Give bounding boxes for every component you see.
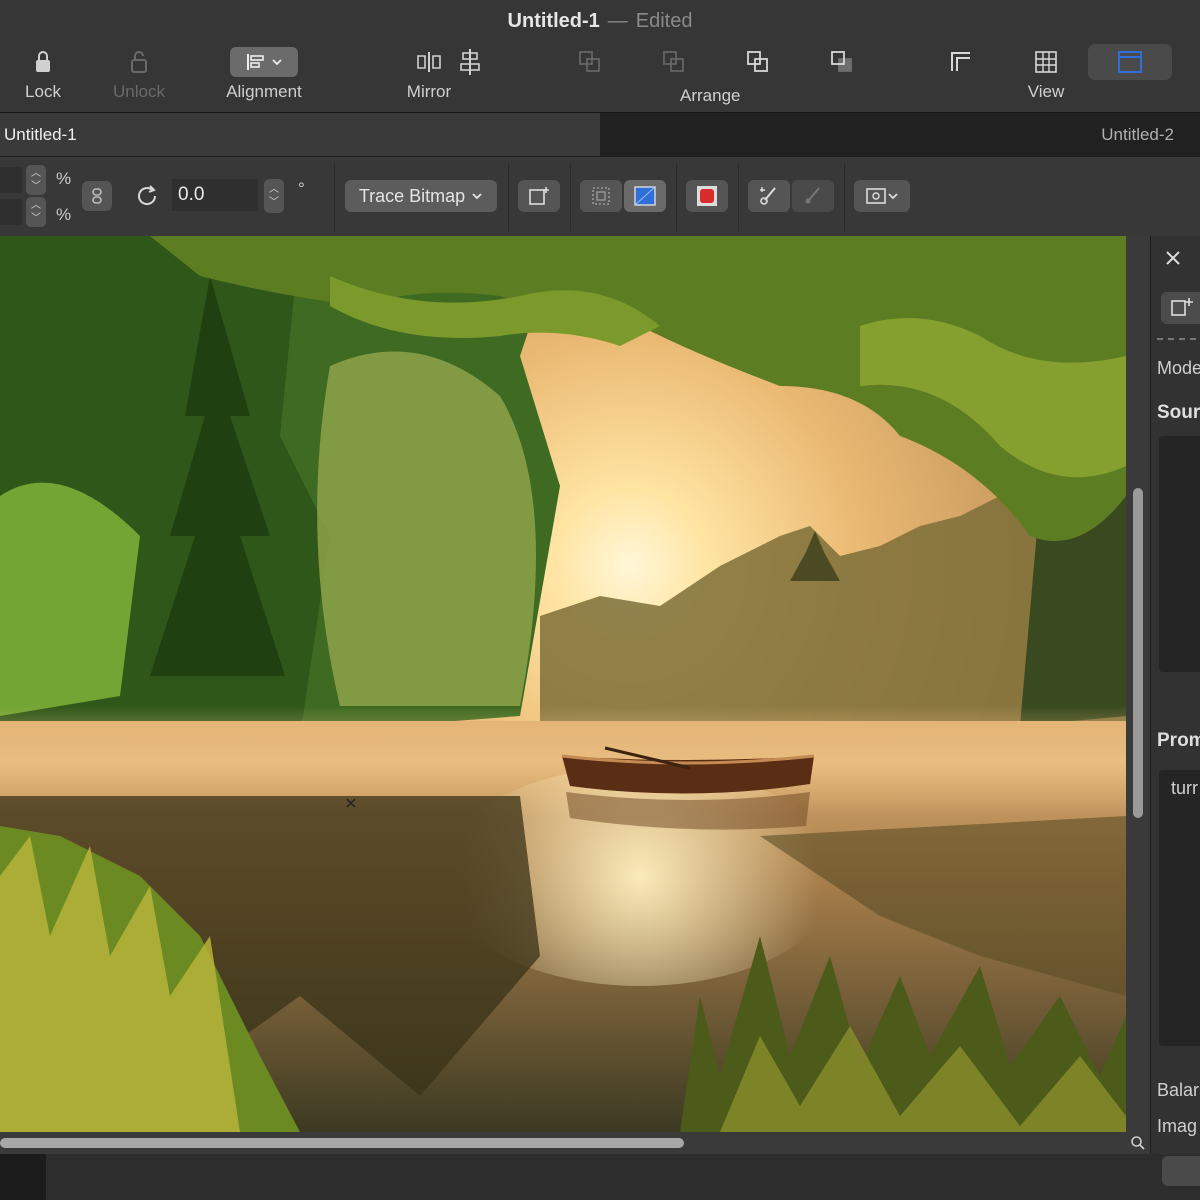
mirror-icon bbox=[417, 52, 441, 72]
alignment-button[interactable]: Alignment bbox=[212, 44, 316, 102]
status-bar bbox=[0, 1154, 1200, 1200]
view-label: View bbox=[1027, 82, 1065, 101]
frame-view-button[interactable] bbox=[1088, 44, 1172, 80]
trace-bitmap-dropdown[interactable]: Trace Bitmap bbox=[345, 180, 497, 212]
tab-untitled-2[interactable]: Untitled-2 bbox=[600, 113, 1200, 157]
source-label: Sour bbox=[1157, 402, 1200, 423]
chevron-down-icon bbox=[888, 193, 898, 200]
add-image-icon bbox=[1171, 298, 1193, 316]
close-icon bbox=[1166, 251, 1180, 265]
lock-label: Lock bbox=[25, 82, 61, 101]
view-button[interactable]: View bbox=[1012, 44, 1080, 102]
chevron-down-icon bbox=[272, 59, 282, 66]
rotation-stepper[interactable]: ︿ ﹀ bbox=[264, 179, 284, 213]
add-layer-button[interactable] bbox=[1161, 292, 1200, 324]
image-label: Imag bbox=[1157, 1116, 1198, 1136]
image-settings-icon bbox=[866, 188, 886, 204]
width-stepper[interactable]: ︿ ﹀ bbox=[26, 165, 46, 195]
alignment-icon bbox=[247, 54, 264, 70]
image-adjust-icon bbox=[529, 187, 549, 205]
crop-frame-icon bbox=[592, 187, 610, 205]
snap-button[interactable] bbox=[942, 44, 980, 80]
clip-mode-button[interactable] bbox=[624, 180, 666, 212]
unlock-button[interactable]: Unlock bbox=[104, 44, 174, 102]
panel-action-button[interactable] bbox=[1162, 1156, 1200, 1186]
vertical-scroll-thumb[interactable] bbox=[1133, 488, 1143, 818]
send-backward-button[interactable] bbox=[740, 44, 776, 80]
image-edit-button[interactable] bbox=[518, 180, 560, 212]
bring-forward-button[interactable] bbox=[656, 44, 692, 80]
bring-front-button[interactable] bbox=[572, 44, 608, 80]
corner-snap-icon bbox=[951, 52, 970, 71]
document-canvas[interactable] bbox=[0, 236, 1126, 1132]
zoom-icon bbox=[1131, 1136, 1145, 1150]
source-image-well[interactable] bbox=[1159, 436, 1200, 672]
lock-icon bbox=[36, 51, 50, 72]
vertical-scrollbar[interactable] bbox=[1126, 236, 1150, 1132]
brush-dim-icon bbox=[805, 187, 820, 204]
status-left-block bbox=[0, 1154, 46, 1200]
chevron-down-icon bbox=[472, 193, 482, 200]
arrange-label: Arrange bbox=[680, 86, 741, 105]
distribute-icon bbox=[460, 49, 480, 75]
brush-disabled-button[interactable] bbox=[792, 180, 834, 212]
mask-button[interactable] bbox=[686, 180, 728, 212]
landscape-photo bbox=[0, 236, 1126, 1132]
document-tabs: Untitled-1 Untitled-2 bbox=[0, 112, 1200, 157]
rotate-icon bbox=[134, 183, 160, 214]
horizontal-scrollbar[interactable] bbox=[0, 1132, 1126, 1154]
link-proportions-button[interactable] bbox=[82, 181, 112, 211]
right-panel: Mode Sour Prom turr Balar Imag bbox=[1150, 236, 1200, 1154]
unlock-icon bbox=[131, 51, 147, 73]
tab-label: Untitled-1 bbox=[4, 125, 77, 144]
edited-status: Edited bbox=[635, 10, 693, 32]
close-panel-button[interactable] bbox=[1163, 248, 1183, 273]
record-mask-icon bbox=[697, 186, 717, 206]
prompt-text: turr bbox=[1171, 778, 1198, 798]
erase-button[interactable] bbox=[748, 180, 790, 212]
brush-icon bbox=[760, 187, 776, 205]
rotation-input[interactable] bbox=[172, 179, 258, 211]
mirror-label: Mirror bbox=[406, 82, 452, 101]
width-percent: % bbox=[56, 169, 72, 188]
prompt-label: Prom bbox=[1157, 730, 1200, 751]
horizontal-scroll-thumb[interactable] bbox=[0, 1138, 684, 1148]
cropped-text-line bbox=[1157, 332, 1200, 340]
send-backward-icon bbox=[747, 51, 768, 72]
degree-symbol: ° bbox=[298, 179, 305, 198]
trace-bitmap-label: Trace Bitmap bbox=[358, 185, 466, 206]
view-grid-icon bbox=[1035, 51, 1057, 73]
prompt-textarea[interactable]: turr bbox=[1159, 770, 1200, 1046]
send-back-button[interactable] bbox=[824, 44, 860, 80]
title-separator: — bbox=[607, 10, 628, 32]
balance-label: Balar bbox=[1157, 1080, 1200, 1100]
window-title: Untitled-1 — Edited bbox=[0, 10, 1200, 33]
unlock-label: Unlock bbox=[113, 82, 165, 101]
send-to-back-icon bbox=[831, 51, 852, 72]
property-bar: ︿﹀ ︿﹀ % % ︿﹀ ° Trace Bitmap bbox=[0, 156, 1200, 237]
frame-icon bbox=[1118, 51, 1142, 73]
title-toolbar: Untitled-1— Edited Lock Unlock Alignment … bbox=[0, 0, 1200, 112]
zoom-button[interactable] bbox=[1126, 1132, 1150, 1154]
image-options-dropdown[interactable] bbox=[854, 180, 910, 212]
bring-forward-icon bbox=[663, 51, 684, 72]
bring-to-front-icon bbox=[579, 51, 600, 72]
height-percent: % bbox=[56, 205, 72, 224]
distribute-button[interactable] bbox=[452, 44, 488, 80]
tab-untitled-1[interactable]: Untitled-1 bbox=[0, 113, 600, 157]
tab-label: Untitled-2 bbox=[1101, 125, 1174, 144]
width-field[interactable] bbox=[0, 167, 22, 193]
crop-mode-button[interactable] bbox=[580, 180, 622, 212]
link-icon bbox=[92, 188, 102, 204]
lock-button[interactable]: Lock bbox=[10, 44, 76, 102]
clip-blue-icon bbox=[634, 186, 656, 206]
height-stepper[interactable]: ︿ ﹀ bbox=[26, 197, 46, 227]
alignment-label: Alignment bbox=[226, 82, 302, 101]
mode-label: Mode bbox=[1157, 358, 1200, 378]
document-name: Untitled-1 bbox=[507, 10, 600, 32]
height-field[interactable] bbox=[0, 199, 22, 225]
